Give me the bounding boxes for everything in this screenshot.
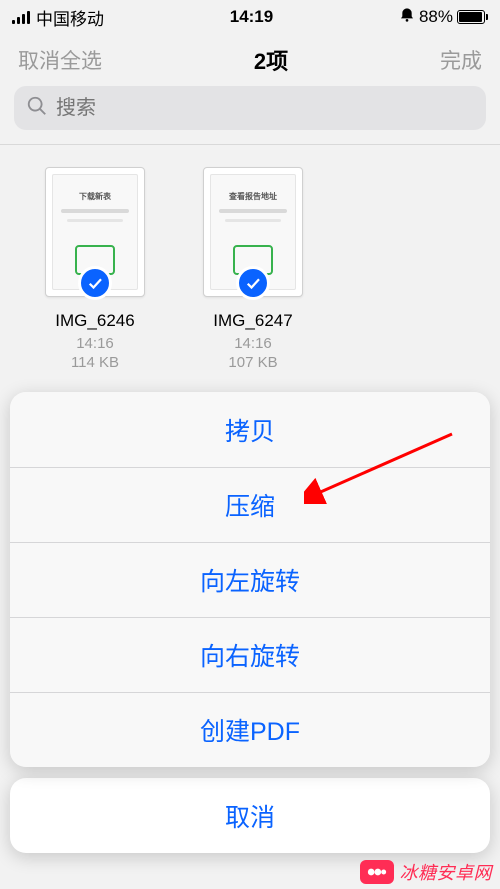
annotation-arrow-icon <box>304 432 454 504</box>
file-size: 107 KB <box>188 354 318 371</box>
nav-bar: 取消全选 2项 完成 <box>0 34 500 86</box>
selected-check-icon <box>78 266 112 300</box>
action-copy[interactable]: 拷贝 <box>10 392 490 467</box>
search-field[interactable] <box>14 86 486 130</box>
file-item[interactable]: 查看报告地址 IMG_6247 14:16 107 KB <box>188 167 318 371</box>
action-sheet: 拷贝 压缩 向左旋转 向右旋转 创建PDF 取消 <box>10 392 490 853</box>
page-title: 2项 <box>254 44 288 76</box>
status-bar: 中国移动 14:19 88% <box>0 0 500 34</box>
file-grid: 下载新表 IMG_6246 14:16 114 KB 查看报告地址 IMG_62… <box>0 145 500 393</box>
battery-icon <box>457 10 488 24</box>
watermark-logo-icon <box>360 860 394 884</box>
search-input[interactable] <box>56 97 474 120</box>
carrier-label: 中国移动 <box>36 5 104 30</box>
watermark: 冰糖安卓网 <box>360 859 493 885</box>
alarm-icon <box>399 7 415 28</box>
status-time: 14:19 <box>104 7 399 27</box>
action-rotate-left[interactable]: 向左旋转 <box>10 542 490 617</box>
action-compress-label: 压缩 <box>225 487 275 523</box>
watermark-text: 冰糖安卓网 <box>400 859 493 885</box>
file-thumbnail[interactable]: 下载新表 <box>45 167 145 297</box>
file-item[interactable]: 下载新表 IMG_6246 14:16 114 KB <box>30 167 160 371</box>
done-button[interactable]: 完成 <box>440 45 482 75</box>
action-compress[interactable]: 压缩 <box>10 467 490 542</box>
action-cancel[interactable]: 取消 <box>10 778 490 853</box>
search-icon <box>26 95 48 122</box>
file-size: 114 KB <box>30 354 160 371</box>
selected-check-icon <box>236 266 270 300</box>
action-create-pdf[interactable]: 创建PDF <box>10 692 490 767</box>
file-name: IMG_6246 <box>30 311 160 331</box>
file-time: 14:16 <box>188 335 318 352</box>
signal-icon <box>12 10 30 24</box>
file-thumbnail[interactable]: 查看报告地址 <box>203 167 303 297</box>
deselect-all-button[interactable]: 取消全选 <box>18 45 102 75</box>
battery-percent: 88% <box>419 7 453 27</box>
action-rotate-right[interactable]: 向右旋转 <box>10 617 490 692</box>
file-name: IMG_6247 <box>188 311 318 331</box>
file-time: 14:16 <box>30 335 160 352</box>
